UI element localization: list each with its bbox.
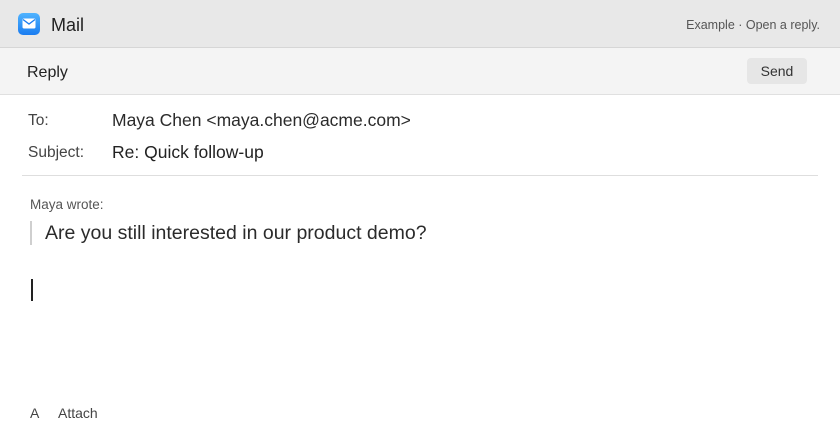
format-text-button[interactable]: A xyxy=(30,405,39,421)
subject-label: Subject: xyxy=(28,144,85,161)
mail-envelope-icon xyxy=(18,13,40,35)
reply-body-editor[interactable] xyxy=(22,270,818,380)
send-button[interactable]: Send xyxy=(747,58,807,84)
title-bar: Mail Example · Open a reply. xyxy=(0,0,840,48)
attach-button[interactable]: Attach xyxy=(58,405,98,421)
compose-toolbar: Reply Send xyxy=(0,48,840,95)
text-cursor xyxy=(31,279,33,301)
quote-bar xyxy=(30,221,32,245)
quote-attribution: Maya wrote: xyxy=(30,197,104,212)
header-divider xyxy=(22,175,818,176)
mail-window: Mail Example · Open a reply. Reply Send … xyxy=(0,0,840,440)
quoted-message: Are you still interested in our product … xyxy=(45,222,427,244)
instruction-hint: Example · Open a reply. xyxy=(686,18,820,32)
to-field[interactable]: Maya Chen <maya.chen@acme.com> xyxy=(112,110,411,131)
subject-field[interactable]: Re: Quick follow-up xyxy=(112,142,264,163)
compose-title: Reply xyxy=(27,64,68,81)
app-title: Mail xyxy=(51,15,85,35)
to-label: To: xyxy=(28,112,49,129)
